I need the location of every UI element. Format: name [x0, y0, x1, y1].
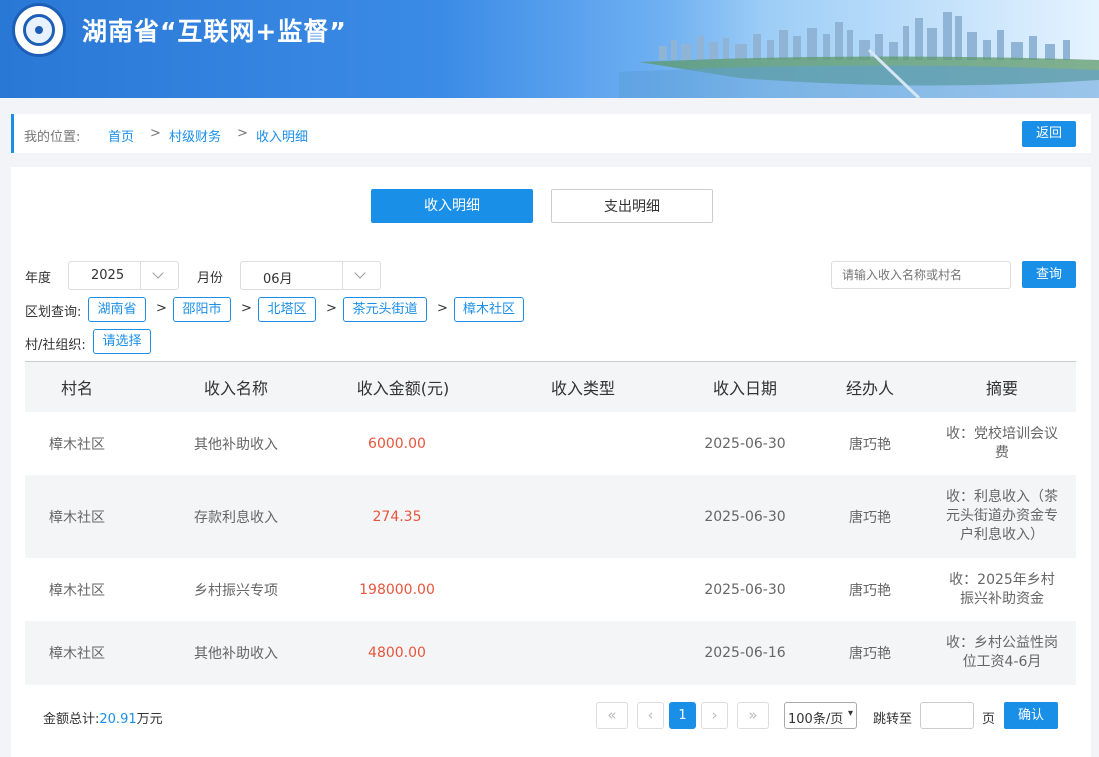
cell-date: 2025-06-30	[704, 508, 786, 525]
region-sep: >	[437, 301, 448, 316]
cell-amount: 274.35	[372, 508, 422, 525]
year-label: 年度	[25, 271, 52, 286]
region-chip-district[interactable]: 北塔区	[258, 297, 316, 322]
cell-memo: 收：党校培训会议费	[946, 425, 1058, 461]
col-date: 收入日期	[712, 379, 777, 398]
col-income-name: 收入名称	[203, 379, 268, 398]
page-1-button[interactable]: 1	[669, 702, 696, 729]
cell-handler: 唐巧艳	[849, 646, 891, 662]
main-panel: 收入明细 支出明细 年度 2025 月份 06月 查询 区划查询: 湖南省 > …	[11, 167, 1091, 757]
chevron-down-icon	[140, 262, 178, 289]
col-type: 收入类型	[550, 379, 615, 398]
region-chip-city[interactable]: 邵阳市	[173, 297, 231, 322]
cell-village: 樟木社区	[49, 582, 105, 599]
cell-date: 2025-06-16	[704, 645, 786, 661]
table-row[interactable]: 樟木社区 存款利息收入 274.35 2025-06-30 唐巧艳 收：利息收入…	[25, 475, 1076, 558]
breadcrumb-income-detail[interactable]: 收入明细	[256, 126, 308, 145]
page-unit: 页	[982, 712, 996, 727]
year-value: 2025	[91, 268, 125, 283]
year-select[interactable]: 2025	[68, 261, 179, 290]
city-skyline-banner	[619, 0, 1099, 98]
table-row[interactable]: 樟木社区 其他补助收入 4800.00 2025-06-16 唐巧艳 收：乡村公…	[25, 621, 1076, 685]
cell-handler: 唐巧艳	[849, 582, 891, 599]
breadcrumb-home[interactable]: 首页	[108, 126, 134, 145]
jump-page-input[interactable]	[920, 702, 974, 729]
table-header: 村名 收入名称 收入金额(元) 收入类型 收入日期 经办人 摘要	[25, 362, 1076, 412]
site-header: 湖南省“互联网+监督”	[0, 0, 1099, 98]
next-page-icon[interactable]: ›	[701, 702, 728, 729]
page-size-value: 100条/页	[788, 712, 844, 727]
prev-page-icon[interactable]: ‹	[637, 702, 664, 729]
breadcrumb: 我的位置: 首页 > 村级财务 > 收入明细 返回	[11, 114, 1091, 153]
org-select[interactable]: 请选择	[93, 329, 151, 354]
col-amount: 收入金额(元)	[356, 379, 450, 398]
site-title: 湖南省“互联网+监督”	[82, 17, 347, 46]
cell-income-name: 其他补助收入	[194, 646, 278, 662]
month-value: 06月	[263, 272, 293, 287]
total-unit: 万元	[136, 712, 163, 727]
region-label: 区划查询:	[25, 305, 82, 320]
col-memo: 摘要	[985, 379, 1018, 398]
region-chip-province[interactable]: 湖南省	[88, 297, 146, 322]
cell-income-name: 乡村振兴专项	[194, 582, 278, 599]
cell-handler: 唐巧艳	[849, 509, 891, 526]
site-logo	[12, 3, 66, 57]
tab-income-detail[interactable]: 收入明细	[371, 189, 533, 223]
cell-memo: 收：利息收入（茶元头街道办资金专户利息收入）	[946, 489, 1058, 543]
tab-expense-detail[interactable]: 支出明细	[551, 189, 713, 223]
first-page-icon[interactable]: «	[596, 702, 628, 729]
cell-village: 樟木社区	[49, 436, 105, 453]
cell-date: 2025-06-30	[704, 581, 786, 598]
table-row[interactable]: 樟木社区 其他补助收入 6000.00 2025-06-30 唐巧艳 收：党校培…	[25, 412, 1076, 475]
breadcrumb-village-finance[interactable]: 村级财务	[169, 126, 221, 145]
month-label: 月份	[197, 271, 224, 286]
cell-type	[513, 621, 653, 685]
region-sep: >	[156, 301, 167, 316]
col-village: 村名	[60, 379, 93, 398]
cell-village: 樟木社区	[49, 646, 105, 662]
eye-icon	[23, 14, 55, 46]
jump-label: 跳转至	[873, 712, 913, 727]
search-input[interactable]	[831, 261, 1011, 289]
total-label: 金额总计:	[43, 712, 100, 727]
last-page-icon[interactable]: »	[737, 702, 769, 729]
chevron-down-icon	[342, 262, 380, 289]
total-value: 20.91	[99, 712, 137, 727]
cell-village: 樟木社区	[49, 509, 105, 526]
col-handler: 经办人	[845, 379, 894, 398]
amount-total: 金额总计:20.91万元	[43, 708, 163, 727]
cell-date: 2025-06-30	[704, 435, 786, 452]
cell-type	[513, 475, 653, 558]
region-sep: >	[241, 301, 252, 316]
back-button[interactable]: 返回	[1022, 121, 1076, 147]
cell-handler: 唐巧艳	[849, 436, 891, 453]
cell-type	[513, 558, 653, 621]
region-chip-community[interactable]: 樟木社区	[454, 297, 524, 322]
income-table: 村名 收入名称 收入金额(元) 收入类型 收入日期 经办人 摘要 樟木社区 其他…	[25, 361, 1076, 685]
cell-memo: 收：乡村公益性岗位工资4-6月	[946, 635, 1058, 670]
query-button[interactable]: 查询	[1022, 261, 1076, 288]
cell-amount: 4800.00	[368, 645, 426, 661]
cell-amount: 198000.00	[359, 581, 435, 598]
location-label: 我的位置:	[24, 130, 81, 145]
month-select[interactable]: 06月	[240, 261, 381, 290]
cell-memo: 收：2025年乡村振兴补助资金	[949, 571, 1055, 607]
page-size-select[interactable]: 100条/页 ▾	[784, 702, 857, 729]
confirm-button[interactable]: 确认	[1004, 702, 1058, 729]
region-chip-street[interactable]: 茶元头街道	[343, 297, 427, 322]
breadcrumb-sep: >	[237, 126, 248, 141]
cell-type	[513, 412, 653, 475]
cell-income-name: 其他补助收入	[194, 436, 278, 453]
cell-amount: 6000.00	[368, 435, 426, 452]
breadcrumb-sep: >	[150, 126, 161, 141]
chevron-down-icon: ▾	[847, 708, 853, 719]
org-label: 村/社组织:	[25, 338, 86, 353]
region-sep: >	[326, 301, 337, 316]
table-row[interactable]: 樟木社区 乡村振兴专项 198000.00 2025-06-30 唐巧艳 收：2…	[25, 558, 1076, 621]
cell-income-name: 存款利息收入	[194, 509, 278, 526]
